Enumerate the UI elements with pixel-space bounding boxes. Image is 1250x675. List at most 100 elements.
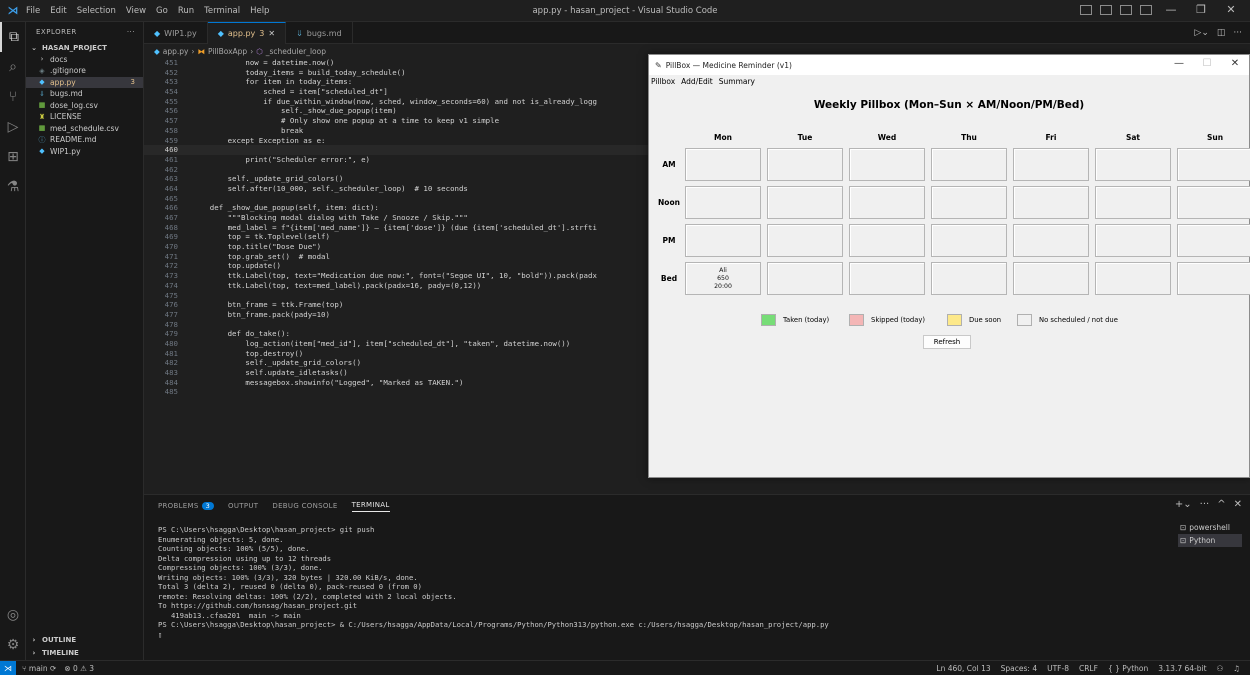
pill-slot-sat-noon[interactable] bbox=[1095, 186, 1171, 219]
refresh-button[interactable]: Refresh bbox=[923, 335, 971, 349]
notifications-icon[interactable]: ♫ bbox=[1233, 664, 1240, 673]
pill-slot-sun-am[interactable] bbox=[1177, 148, 1250, 181]
pill-slot-sun-bed[interactable] bbox=[1177, 262, 1250, 295]
menu-summary[interactable]: Summary bbox=[719, 77, 755, 86]
pill-slot-fri-pm[interactable] bbox=[1013, 224, 1089, 257]
tree-item-gitignore[interactable]: ◈ .gitignore bbox=[26, 65, 143, 77]
menu-add-edit[interactable]: Add/Edit bbox=[681, 77, 713, 86]
pill-slot-fri-bed[interactable] bbox=[1013, 262, 1089, 295]
menu-file[interactable]: File bbox=[26, 6, 40, 16]
maximize-panel-icon[interactable]: ^ bbox=[1217, 499, 1225, 510]
settings-gear-icon[interactable]: ⚙ bbox=[0, 630, 26, 660]
explorer-more-icon[interactable]: ··· bbox=[127, 28, 135, 36]
timeline-section[interactable]: › TIMELINE bbox=[26, 647, 144, 659]
menu-edit[interactable]: Edit bbox=[50, 6, 66, 16]
pill-slot-fri-am[interactable] bbox=[1013, 148, 1089, 181]
toggle-secondary-sidebar-icon[interactable] bbox=[1120, 4, 1132, 15]
toggle-panel-icon[interactable] bbox=[1100, 4, 1112, 15]
project-folder[interactable]: ⌄ HASAN_PROJECT bbox=[26, 42, 143, 54]
pill-slot-tue-am[interactable] bbox=[767, 148, 843, 181]
explorer-icon[interactable]: ⧉ bbox=[0, 22, 26, 52]
menu-run[interactable]: Run bbox=[178, 6, 194, 16]
testing-icon[interactable]: ⚗ bbox=[0, 172, 26, 202]
editor-more-icon[interactable]: ··· bbox=[1233, 28, 1242, 38]
run-debug-icon[interactable]: ▷ bbox=[0, 112, 26, 142]
tree-item-app-py[interactable]: ◆ app.py 3 bbox=[26, 76, 143, 88]
pill-slot-thu-pm[interactable] bbox=[931, 224, 1007, 257]
pillbox-close-icon[interactable]: ✕ bbox=[1225, 58, 1245, 69]
pill-slot-wed-pm[interactable] bbox=[849, 224, 925, 257]
close-panel-icon[interactable]: ✕ bbox=[1234, 499, 1242, 510]
pill-slot-tue-bed[interactable] bbox=[767, 262, 843, 295]
problems-indicator[interactable]: ⊗ 0 ⚠ 3 bbox=[64, 664, 94, 673]
minimize-icon[interactable]: — bbox=[1160, 3, 1182, 16]
tab-problems[interactable]: PROBLEMS 3 bbox=[158, 502, 215, 510]
branch-indicator[interactable]: ⑂ main ⟳ bbox=[22, 664, 56, 673]
indentation[interactable]: Spaces: 4 bbox=[1001, 664, 1037, 673]
tree-item-bugs-md[interactable]: ⇓ bugs.md bbox=[26, 88, 143, 100]
pillbox-maximize-icon[interactable]: ☐ bbox=[1197, 58, 1217, 69]
tree-item-med-schedule-csv[interactable]: ▦ med_schedule.csv bbox=[26, 123, 143, 135]
panel-more-icon[interactable]: ··· bbox=[1200, 499, 1210, 510]
outline-section[interactable]: › OUTLINE bbox=[26, 634, 144, 646]
customize-layout-icon[interactable] bbox=[1140, 4, 1152, 15]
pill-slot-thu-noon[interactable] bbox=[931, 186, 1007, 219]
account-icon[interactable]: ◎ bbox=[0, 600, 26, 630]
menu-pillbox[interactable]: Pillbox bbox=[651, 77, 675, 86]
tab-output[interactable]: OUTPUT bbox=[228, 502, 258, 510]
pillbox-minimize-icon[interactable]: — bbox=[1169, 58, 1189, 69]
toggle-sidebar-icon[interactable] bbox=[1080, 4, 1092, 15]
menu-go[interactable]: Go bbox=[156, 6, 168, 16]
breadcrumb-method[interactable]: _scheduler_loop bbox=[266, 47, 326, 56]
pill-slot-sat-bed[interactable] bbox=[1095, 262, 1171, 295]
pill-slot-sun-noon[interactable] bbox=[1177, 186, 1250, 219]
tab-app-py[interactable]: ◆ app.py 3 ✕ bbox=[207, 22, 287, 44]
tree-item-license[interactable]: ♜ LICENSE bbox=[26, 111, 143, 123]
menu-help[interactable]: Help bbox=[250, 6, 269, 16]
breadcrumb-file[interactable]: app.py bbox=[163, 47, 189, 56]
tree-item-wip1-py[interactable]: ◆ WIP1.py bbox=[26, 146, 143, 158]
new-terminal-icon[interactable]: +⌄ bbox=[1175, 499, 1192, 510]
pill-slot-mon-noon[interactable] bbox=[685, 186, 761, 219]
pill-slot-sun-pm[interactable] bbox=[1177, 224, 1250, 257]
pill-slot-sat-am[interactable] bbox=[1095, 148, 1171, 181]
pill-slot-thu-am[interactable] bbox=[931, 148, 1007, 181]
language-mode[interactable]: { } Python bbox=[1108, 664, 1148, 673]
tab-bugs-md[interactable]: ⇓ bugs.md bbox=[286, 22, 353, 44]
pill-slot-mon-am[interactable] bbox=[685, 148, 761, 181]
terminal-item-powershell[interactable]: ⊡ powershell bbox=[1178, 521, 1242, 534]
tree-item-dose-log-csv[interactable]: ▦ dose_log.csv bbox=[26, 100, 143, 112]
menu-view[interactable]: View bbox=[126, 6, 146, 16]
run-python-file-icon[interactable]: ▷⌄ bbox=[1194, 28, 1208, 38]
pill-slot-wed-bed[interactable] bbox=[849, 262, 925, 295]
pill-slot-thu-bed[interactable] bbox=[931, 262, 1007, 295]
menu-selection[interactable]: Selection bbox=[77, 6, 116, 16]
tab-debug-console[interactable]: DEBUG CONSOLE bbox=[272, 502, 337, 510]
restore-icon[interactable]: ❐ bbox=[1190, 3, 1212, 16]
split-editor-icon[interactable]: ◫ bbox=[1217, 28, 1226, 38]
pill-slot-tue-noon[interactable] bbox=[767, 186, 843, 219]
pill-slot-mon-bed[interactable]: Ali 650 20:00 bbox=[685, 262, 761, 295]
tab-close-icon[interactable]: ✕ bbox=[268, 29, 275, 38]
pill-slot-mon-pm[interactable] bbox=[685, 224, 761, 257]
encoding[interactable]: UTF-8 bbox=[1047, 664, 1069, 673]
menu-terminal[interactable]: Terminal bbox=[204, 6, 240, 16]
end-of-line[interactable]: CRLF bbox=[1079, 664, 1098, 673]
breadcrumb-class[interactable]: PillBoxApp bbox=[208, 47, 247, 56]
copilot-icon[interactable]: ⚇ bbox=[1217, 664, 1224, 673]
tab-terminal[interactable]: TERMINAL bbox=[351, 501, 390, 512]
close-icon[interactable]: ✕ bbox=[1220, 3, 1242, 16]
extensions-icon[interactable]: ⊞ bbox=[0, 142, 26, 172]
pill-slot-tue-pm[interactable] bbox=[767, 224, 843, 257]
python-interpreter[interactable]: 3.13.7 64-bit bbox=[1158, 664, 1206, 673]
terminal-output[interactable]: PS C:\Users\hsagga\Desktop\hasan_project… bbox=[158, 525, 1158, 639]
tree-item-docs[interactable]: › docs bbox=[26, 54, 143, 66]
tree-item-readme-md[interactable]: ⓘ README.md bbox=[26, 134, 143, 146]
pill-slot-wed-am[interactable] bbox=[849, 148, 925, 181]
pill-slot-fri-noon[interactable] bbox=[1013, 186, 1089, 219]
remote-icon[interactable]: ⋊ bbox=[0, 660, 16, 675]
pill-slot-sat-pm[interactable] bbox=[1095, 224, 1171, 257]
pill-slot-wed-noon[interactable] bbox=[849, 186, 925, 219]
terminal-item-python[interactable]: ⊡ Python bbox=[1178, 534, 1242, 547]
source-control-icon[interactable]: ⑂ bbox=[0, 82, 26, 112]
